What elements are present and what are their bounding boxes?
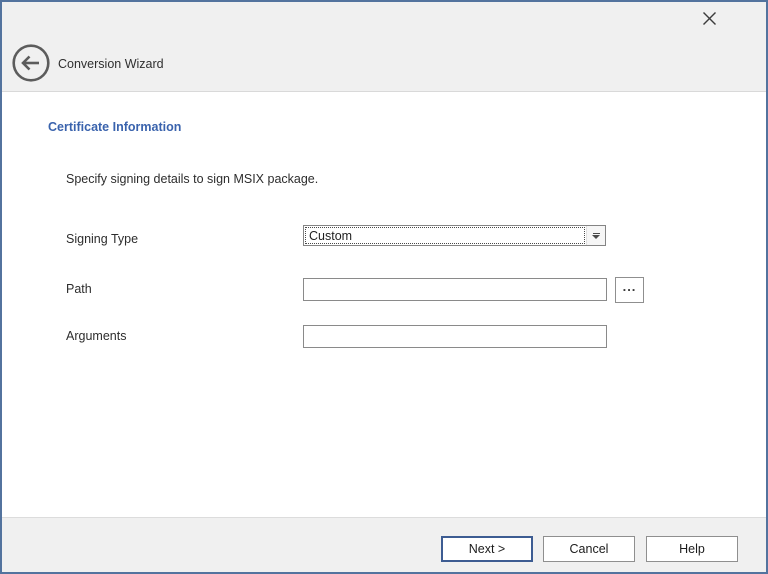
page-description: Specify signing details to sign MSIX pac…	[66, 172, 318, 186]
close-button[interactable]	[696, 8, 722, 34]
arguments-label: Arguments	[66, 329, 126, 343]
help-button[interactable]: Help	[646, 536, 738, 562]
ellipsis-icon: ...	[623, 279, 637, 294]
back-arrow-icon	[11, 70, 51, 87]
combobox-dropdown-button[interactable]	[586, 226, 605, 245]
signing-type-value: Custom	[305, 227, 585, 244]
conversion-wizard-dialog: Conversion Wizard Certificate Informatio…	[0, 0, 768, 574]
path-label: Path	[66, 282, 92, 296]
chevron-down-icon	[593, 233, 600, 234]
page-title: Certificate Information	[48, 120, 181, 134]
close-icon	[701, 10, 718, 32]
signing-type-combobox[interactable]: Custom	[303, 225, 606, 246]
signing-type-label: Signing Type	[66, 232, 138, 246]
back-button[interactable]	[11, 43, 51, 83]
next-button[interactable]: Next >	[441, 536, 533, 562]
cancel-button[interactable]: Cancel	[543, 536, 635, 562]
arguments-input[interactable]	[303, 325, 607, 348]
path-input[interactable]	[303, 278, 607, 301]
wizard-footer: Next > Cancel Help	[2, 517, 766, 572]
wizard-header: Conversion Wizard	[2, 2, 766, 92]
wizard-title: Conversion Wizard	[58, 57, 164, 71]
browse-button[interactable]: ...	[615, 277, 644, 303]
